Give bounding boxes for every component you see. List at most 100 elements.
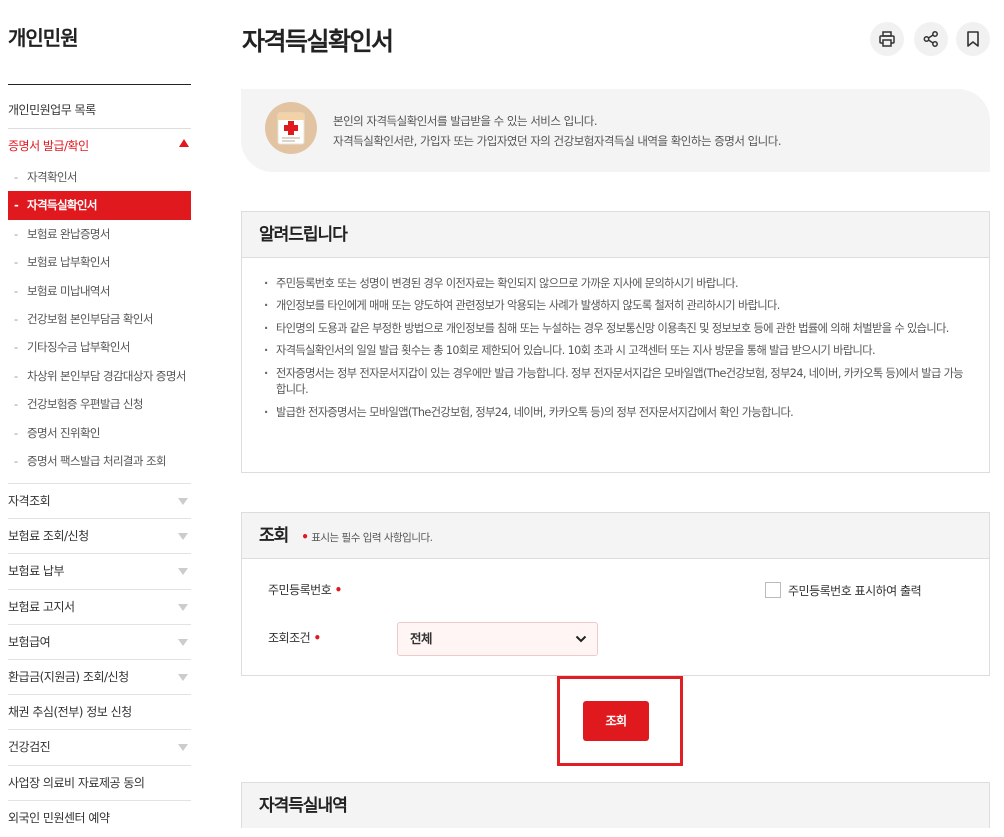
rrn-print-checkbox[interactable]	[765, 582, 781, 598]
sidebar-item-label: 사업장 의료비 자료제공 동의	[8, 775, 145, 790]
page-title: 자격득실확인서	[242, 27, 394, 56]
dash-icon: -	[14, 283, 18, 298]
notice-item: 주민등록번호 또는 성명이 변경된 경우 이전자료는 확인되지 않으므로 가까운…	[262, 276, 969, 293]
sidebar-item[interactable]: 자격조회	[8, 483, 191, 518]
search-form: 조회 • 표시는 필수 입력 사항입니다. 주민등록번호 • 주민등록번호 표시…	[241, 512, 990, 676]
sidebar-subitem-label: 건강보험증 우편발급 신청	[27, 397, 143, 412]
result-title: 자격득실내역	[241, 782, 990, 828]
sidebar-item[interactable]: 건강검진	[8, 729, 191, 764]
rrn-label: 주민등록번호 •	[268, 581, 342, 598]
sidebar-subitem-label: 보험료 납부확인서	[27, 255, 111, 270]
rrn-label-text: 주민등록번호	[268, 583, 332, 597]
required-mark: •	[301, 530, 309, 544]
bookmark-button[interactable]	[956, 22, 990, 56]
sidebar-item-label: 채권 추심(전부) 정보 신청	[8, 705, 132, 720]
service-intro: 본인의 자격득실확인서를 발급받을 수 있는 서비스 입니다. 자격득실확인서란…	[241, 89, 990, 172]
certificate-icon	[265, 102, 317, 154]
dash-icon: -	[14, 453, 18, 468]
sidebar-item-label: 외국인 민원센터 예약	[8, 810, 110, 825]
sidebar-item-label: 보험료 납부	[8, 564, 65, 579]
print-button[interactable]	[870, 22, 904, 56]
intro-text: 본인의 자격득실확인서를 발급받을 수 있는 서비스 입니다. 자격득실확인서란…	[333, 111, 782, 151]
sidebar-subitem[interactable]: - 건강보험증 우편발급 신청	[8, 390, 191, 418]
sidebar-item-label: 건강검진	[8, 740, 51, 755]
notice-item: 전자증명서는 정부 전자문서지갑이 있는 경우에만 발급 가능합니다. 정부 전…	[262, 366, 969, 400]
sidebar-item[interactable]: 보험급여	[8, 623, 191, 659]
condition-label-text: 조회조건	[268, 631, 311, 645]
print-icon	[879, 31, 895, 47]
sidebar-subitem-label: 기타징수금 납부확인서	[27, 340, 130, 355]
sidebar-subitem[interactable]: - 자격확인서	[8, 163, 191, 191]
sidebar-subitem[interactable]: - 보험료 미납내역서	[8, 277, 191, 305]
notice-item: 자격득실확인서의 일일 발급 횟수는 총 10회로 제한되어 있습니다. 10회…	[262, 343, 969, 360]
sidebar-subitem-label: 증명서 팩스발급 처리결과 조회	[27, 453, 167, 468]
dash-icon: -	[14, 311, 18, 326]
sidebar-section-certificates[interactable]: 증명서 발급/확인	[8, 137, 191, 155]
required-note: • 표시는 필수 입력 사항입니다.	[301, 530, 433, 544]
chevron-down-icon	[178, 673, 188, 681]
dash-icon: -	[14, 340, 18, 355]
sidebar-subitem[interactable]: - 보험료 완납증명서	[8, 220, 191, 248]
notice-item: 발급한 전자증명서는 모바일앱(The건강보험, 정부24, 네이버, 카카오톡…	[262, 405, 969, 422]
sidebar-item[interactable]: 보험료 납부	[8, 553, 191, 588]
sidebar-subitem[interactable]: - 차상위 본인부담 경감대상자 증명서	[8, 362, 191, 390]
sidebar-item[interactable]: 환급금(지원금) 조회/신청	[8, 658, 191, 694]
sidebar-subitem-label: 보험료 미납내역서	[27, 283, 111, 298]
sidebar-item[interactable]: 보험료 조회/신청	[8, 518, 191, 553]
chevron-down-icon	[178, 498, 188, 505]
sidebar-item-label: 보험급여	[8, 634, 51, 649]
dash-icon: -	[14, 425, 18, 440]
sidebar-subitem[interactable]: - 건강보험 본인부담금 확인서	[8, 305, 191, 333]
intro-line: 자격득실확인서란, 가입자 또는 가입자였던 자의 건강보험자격득실 내역을 확…	[333, 134, 782, 148]
sidebar-item-label: 환급금(지원금) 조회/신청	[8, 669, 129, 684]
required-mark: •	[313, 631, 322, 645]
condition-label: 조회조건 •	[268, 629, 321, 646]
notice-item: 타인명의 도용과 같은 부정한 방법으로 개인정보를 침해 또는 누설하는 경우…	[262, 321, 969, 338]
sidebar-subitem[interactable]: - 증명서 진위확인	[8, 419, 191, 447]
dash-icon: -	[14, 170, 18, 184]
sidebar-subitem-label: 차상위 본인부담 경감대상자 증명서	[27, 368, 186, 383]
dash-icon: -	[14, 226, 18, 241]
dash-icon: -	[14, 255, 18, 270]
dash-icon: -	[14, 198, 19, 213]
chevron-down-icon	[575, 635, 587, 643]
sidebar-subitem-active[interactable]: - 자격득실확인서	[8, 191, 191, 220]
chevron-down-icon	[178, 744, 188, 752]
search-button[interactable]: 조회	[583, 701, 649, 741]
sidebar-section-label: 증명서 발급/확인	[8, 139, 89, 153]
condition-select[interactable]: 전체	[397, 622, 598, 656]
sidebar-item[interactable]: 보험료 고지서	[8, 588, 191, 624]
sidebar-item-service-list[interactable]: 개인민원업무 목록	[8, 101, 96, 118]
search-form-title: 조회	[259, 526, 289, 546]
sidebar-subitem[interactable]: - 기타징수금 납부확인서	[8, 333, 191, 361]
sidebar-subitem-label: 자격득실확인서	[27, 198, 97, 213]
sidebar-item[interactable]: 채권 추심(전부) 정보 신청	[8, 694, 191, 729]
search-form-header: 조회 • 표시는 필수 입력 사항입니다.	[242, 513, 989, 559]
sidebar-item[interactable]: 사업장 의료비 자료제공 동의	[8, 764, 191, 800]
chevron-down-icon	[178, 603, 188, 611]
rrn-print-checkbox-label[interactable]: 주민등록번호 표시하여 출력	[788, 582, 922, 599]
chevron-down-icon	[178, 638, 188, 646]
sidebar-title-divider	[8, 84, 191, 85]
sidebar-subitem-label: 건강보험 본인부담금 확인서	[27, 311, 153, 326]
notice-box: 알려드립니다 주민등록번호 또는 성명이 변경된 경우 이전자료는 확인되지 않…	[241, 211, 990, 473]
sidebar-item-label: 자격조회	[8, 494, 51, 508]
chevron-down-icon	[178, 568, 188, 576]
sidebar-subitem-label: 증명서 진위확인	[27, 425, 101, 440]
sidebar-item-label: 보험료 고지서	[8, 599, 75, 614]
dash-icon: -	[14, 368, 18, 383]
sidebar-item[interactable]: 외국인 민원센터 예약	[8, 799, 191, 835]
sidebar-submenu: - 자격확인서 - 자격득실확인서 - 보험료 완납증명서 - 보험료 납부확인서 -보…	[8, 163, 191, 475]
share-button[interactable]	[914, 22, 948, 56]
sidebar-divider	[8, 128, 191, 129]
intro-line: 본인의 자격득실확인서를 발급받을 수 있는 서비스 입니다.	[333, 114, 598, 128]
sidebar-subitem[interactable]: - 보험료 납부확인서	[8, 248, 191, 276]
sidebar-menu: 자격조회 보험료 조회/신청 보험료 납부 보험료 고지서 보험급여 환급금(지…	[8, 483, 191, 835]
dash-icon: -	[14, 397, 18, 412]
required-note-text: 표시는 필수 입력 사항입니다.	[311, 532, 433, 544]
condition-select-value: 전체	[410, 631, 433, 646]
sidebar-subitem[interactable]: - 증명서 팩스발급 처리결과 조회	[8, 447, 191, 475]
notice-list: 주민등록번호 또는 성명이 변경된 경우 이전자료는 확인되지 않으므로 가까운…	[242, 258, 989, 422]
sidebar: 개인민원 개인민원업무 목록 증명서 발급/확인 - 자격확인서 - 자격득실확인서…	[0, 0, 191, 837]
sidebar-item-label: 보험료 조회/신청	[8, 529, 89, 544]
